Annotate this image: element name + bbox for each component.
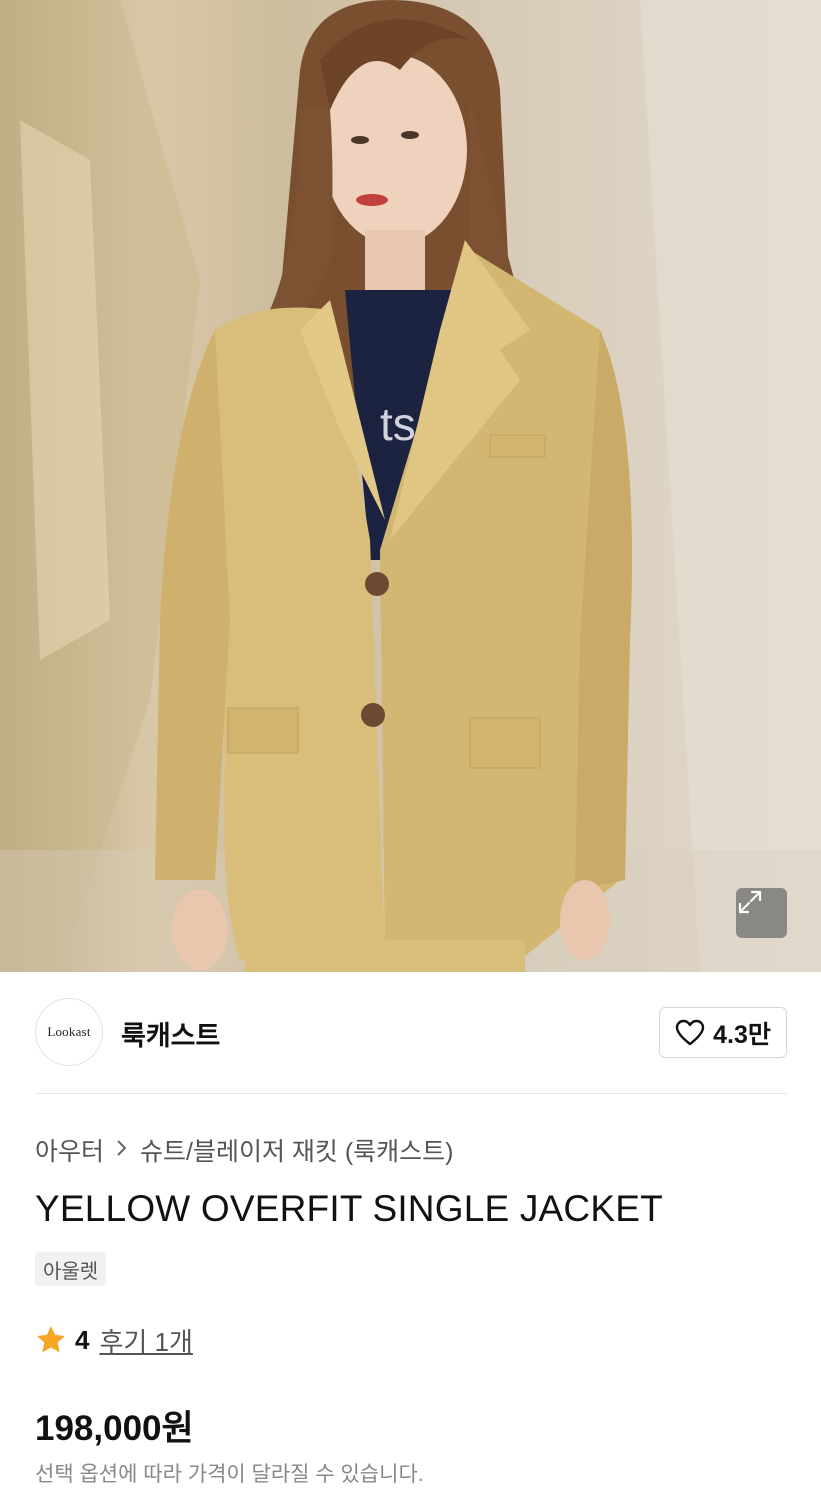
rating-score: 4 (75, 1324, 90, 1355)
breadcrumb: 아우터 슈트/블레이저 재킷 (룩캐스트) (35, 1132, 454, 1168)
product-title: YELLOW OVERFIT SINGLE JACKET (35, 1188, 663, 1229)
product-price: 198,000원 (35, 1409, 194, 1448)
expand-image-button[interactable] (736, 888, 787, 938)
brand-logo-text: Lookast (47, 1024, 91, 1039)
product-image[interactable]: ts (0, 0, 821, 972)
expand-icon (738, 890, 762, 914)
divider (35, 1093, 787, 1094)
brand-row: Lookast 룩캐스트 4.3만 (35, 998, 787, 1068)
product-photo-illustration: ts (0, 0, 821, 972)
brand-name[interactable]: 룩캐스트 (121, 1014, 220, 1053)
chevron-right-icon (116, 1137, 128, 1163)
outlet-badge: 아울렛 (35, 1252, 107, 1286)
like-count: 4.3만 (713, 1020, 771, 1049)
heart-icon (675, 1019, 705, 1045)
price-note: 선택 옵션에 따라 가격이 달라질 수 있습니다. (35, 1463, 424, 1486)
star-icon (37, 1326, 65, 1353)
like-button[interactable]: 4.3만 (659, 1007, 787, 1058)
breadcrumb-item-category[interactable]: 슈트/블레이저 재킷 (룩캐스트) (140, 1132, 454, 1168)
rating-row: 4 후기 1개 (35, 1322, 193, 1358)
svg-text:ts: ts (380, 398, 416, 450)
brand-logo[interactable]: Lookast (35, 998, 103, 1066)
breadcrumb-item-outer[interactable]: 아우터 (35, 1132, 104, 1168)
review-count-link[interactable]: 후기 1개 (99, 1322, 192, 1359)
